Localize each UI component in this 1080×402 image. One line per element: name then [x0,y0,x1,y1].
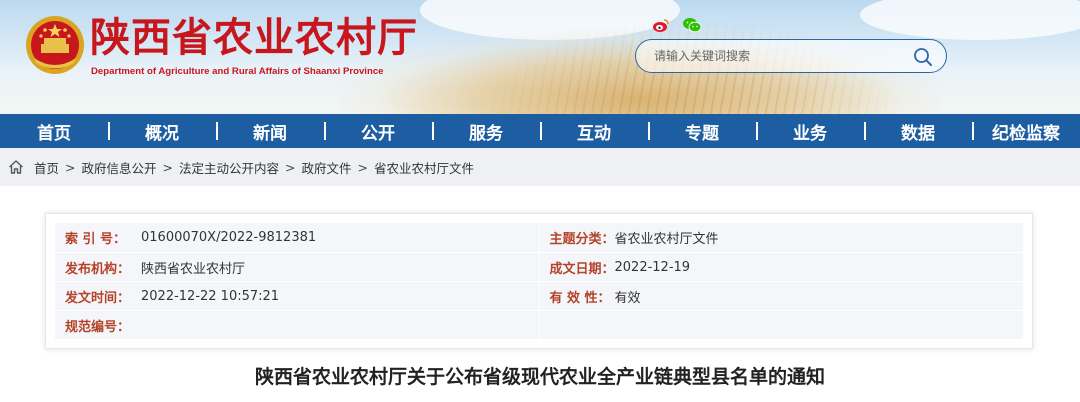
breadcrumb-separator: > [285,159,296,175]
metadata-row: 发文时间： 2022-12-22 10:57:21 有 效 性： 有效 [55,281,1023,311]
home-icon[interactable] [8,159,24,175]
nav-item-topics[interactable]: 专题 [648,114,756,148]
weibo-icon[interactable] [652,17,670,33]
metadata-cell [540,311,1024,340]
written-date-value: 2022-12-19 [614,260,691,275]
breadcrumb-dept-docs[interactable]: 省农业农村厅文件 [374,158,474,177]
nav-item-interaction[interactable]: 互动 [540,114,648,148]
metadata-cell: 主题分类： 省农业农村厅文件 [540,223,1024,252]
breadcrumb-separator: > [65,159,76,175]
nav-item-discipline[interactable]: 纪检监察 [972,114,1080,148]
index-number-value: 01600070X/2022-9812381 [141,230,317,245]
nav-item-services[interactable]: 服务 [432,114,540,148]
subject-category-value: 省农业农村厅文件 [614,232,719,247]
metadata-cell: 规范编号： [55,311,540,340]
national-emblem-icon [26,16,84,74]
metadata-row: 规范编号： [55,310,1023,340]
metadata-cell: 索 引 号： 01600070X/2022-9812381 [55,223,540,252]
metadata-cell: 发布机构： 陕西省农业农村厅 [55,253,540,282]
site-subtitle: Department of Agriculture and Rural Affa… [91,66,384,77]
publisher-label: 发布机构： [65,262,131,277]
nav-item-overview[interactable]: 概况 [108,114,216,148]
search-icon[interactable] [912,46,934,68]
subject-category-label: 主题分类： [549,232,615,247]
document-title: 陕西省农业农村厅关于公布省级现代农业全产业链典型县名单的通知 [254,366,825,388]
search-input[interactable] [654,47,904,65]
header-banner: 陕西省农业农村厅 Department of Agriculture and R… [0,0,1080,114]
metadata-row: 发布机构： 陕西省农业农村厅 成文日期： 2022-12-19 [55,252,1023,282]
metadata-cell: 成文日期： 2022-12-19 [540,253,1024,282]
breadcrumb-gov-docs[interactable]: 政府文件 [302,158,352,177]
breadcrumb-separator: > [357,159,368,175]
nav-item-data[interactable]: 数据 [864,114,972,148]
index-number-label: 索 引 号： [65,232,127,247]
publish-time-label: 发文时间： [65,291,131,306]
main-nav: 首页 概况 新闻 公开 服务 互动 专题 业务 数据 纪检监察 [0,114,1080,148]
document-metadata-table: 索 引 号： 01600070X/2022-9812381 主题分类： 省农业农… [55,223,1023,340]
search-box [635,39,947,73]
nav-item-home[interactable]: 首页 [0,114,108,148]
validity-label: 有 效 性： [549,291,611,306]
written-date-label: 成文日期： [549,262,615,277]
metadata-row: 索 引 号： 01600070X/2022-9812381 主题分类： 省农业农… [55,223,1023,252]
nav-item-public[interactable]: 公开 [324,114,432,148]
wechat-icon[interactable] [682,17,702,33]
breadcrumb-gov-info[interactable]: 政府信息公开 [82,158,157,177]
publish-time-value: 2022-12-22 10:57:21 [141,289,280,304]
breadcrumb-separator: > [162,159,173,175]
site-title[interactable]: 陕西省农业农村厅 [90,14,418,62]
metadata-cell: 有 效 性： 有效 [540,282,1024,311]
breadcrumb-statutory[interactable]: 法定主动公开内容 [179,158,279,177]
breadcrumb-home[interactable]: 首页 [34,158,59,177]
nav-item-news[interactable]: 新闻 [216,114,324,148]
document-metadata-card: 索 引 号： 01600070X/2022-9812381 主题分类： 省农业农… [45,213,1033,349]
breadcrumb: 首页 > 政府信息公开 > 法定主动公开内容 > 政府文件 > 省农业农村厅文件 [0,148,1080,186]
regulation-number-label: 规范编号： [65,320,131,335]
publisher-value: 陕西省农业农村厅 [141,262,246,277]
metadata-cell: 发文时间： 2022-12-22 10:57:21 [55,282,540,311]
validity-value: 有效 [614,291,641,306]
nav-item-business[interactable]: 业务 [756,114,864,148]
